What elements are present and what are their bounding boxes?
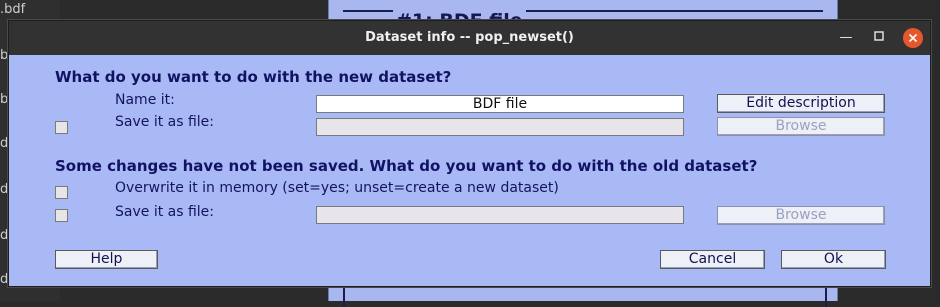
browse-button[interactable]: Browse: [717, 117, 885, 136]
save-as-file-label: Save it as file:: [115, 114, 215, 130]
dataset-name-input[interactable]: BDF file: [316, 95, 684, 113]
ok-button[interactable]: Ok: [781, 250, 886, 269]
overwrite-checkbox[interactable]: [55, 186, 68, 199]
save-old-dataset-checkbox[interactable]: [55, 209, 68, 222]
close-x: [908, 33, 918, 43]
maximize-icon[interactable]: [869, 28, 889, 48]
maximize-square: [874, 31, 884, 41]
dialog-content: What do you want to do with the new data…: [9, 55, 930, 286]
overwrite-label: Overwrite it in memory (set=yes; unset=c…: [115, 180, 559, 196]
close-icon[interactable]: [903, 28, 923, 48]
cancel-button[interactable]: Cancel: [660, 250, 765, 269]
new-dataset-heading: What do you want to do with the new data…: [55, 68, 452, 86]
window-title: Dataset info -- pop_newset(): [365, 30, 574, 45]
dataset-info-dialog: Dataset info -- pop_newset() — What do y…: [8, 20, 931, 287]
edit-description-button[interactable]: Edit description: [717, 94, 885, 113]
help-button[interactable]: Help: [55, 250, 158, 269]
browse-button[interactable]: Browse: [717, 206, 885, 225]
old-dataset-heading: Some changes have not been saved. What d…: [55, 157, 758, 175]
background-file-label: .bdf: [0, 2, 26, 17]
minimize-icon[interactable]: —: [836, 28, 856, 48]
old-dataset-file-input[interactable]: [316, 206, 684, 224]
new-dataset-file-input[interactable]: [316, 118, 684, 136]
name-label: Name it:: [115, 92, 175, 108]
background-frame: [343, 285, 827, 307]
save-new-dataset-checkbox[interactable]: [55, 121, 68, 134]
save-as-file-label: Save it as file:: [115, 204, 215, 220]
title-bar[interactable]: Dataset info -- pop_newset() —: [9, 21, 930, 55]
